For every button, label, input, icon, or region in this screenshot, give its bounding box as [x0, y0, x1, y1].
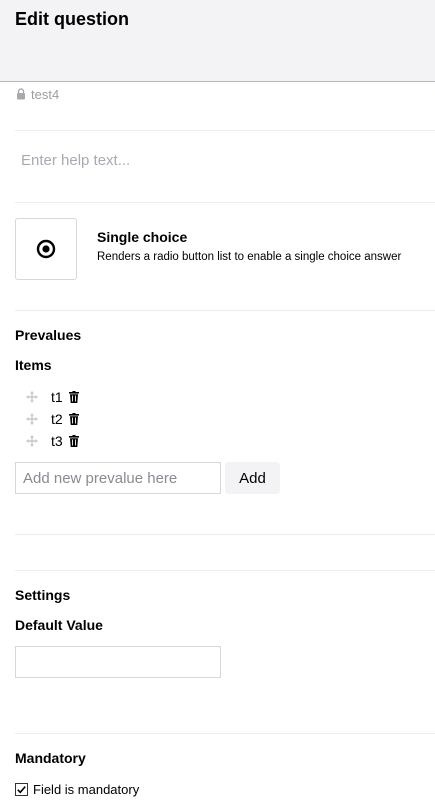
divider — [15, 570, 435, 571]
page-header: Edit question — [0, 0, 435, 82]
drag-handle-icon[interactable] — [26, 413, 38, 425]
new-prevalue-input[interactable] — [15, 462, 221, 494]
prevalue-item: t3 — [26, 431, 79, 451]
question-type-name: Single choice — [97, 229, 188, 245]
mandatory-checkbox-label: Field is mandatory — [33, 781, 140, 797]
add-prevalue-button[interactable]: Add — [225, 462, 280, 494]
question-type-selector[interactable] — [15, 218, 77, 280]
question-type-description: Renders a radio button list to enable a … — [97, 251, 402, 263]
drag-handle-icon[interactable] — [26, 435, 38, 447]
checkbox-checked-icon[interactable] — [15, 782, 28, 796]
mandatory-checkbox-row[interactable]: Field is mandatory — [15, 780, 139, 798]
drag-handle-icon[interactable] — [26, 391, 38, 403]
page-title: Edit question — [15, 9, 129, 29]
prevalue-label: t1 — [51, 389, 63, 405]
divider — [15, 310, 435, 311]
radio-target-icon — [36, 239, 56, 259]
prevalue-item: t2 — [26, 409, 79, 429]
trash-icon[interactable] — [68, 413, 79, 425]
lock-icon[interactable] — [16, 88, 26, 100]
trash-icon[interactable] — [68, 391, 79, 403]
default-value-label: Default Value — [15, 617, 103, 633]
default-value-input[interactable] — [15, 646, 221, 678]
prevalues-heading: Prevalues — [15, 327, 82, 343]
alias-value: test4 — [31, 86, 60, 102]
divider — [15, 733, 435, 734]
mandatory-heading: Mandatory — [15, 750, 86, 766]
prevalue-label: t2 — [51, 411, 63, 427]
alias-row: test4 — [16, 86, 59, 102]
trash-icon[interactable] — [68, 435, 79, 447]
prevalue-item: t1 — [26, 387, 79, 407]
divider — [15, 202, 435, 203]
divider — [15, 534, 435, 535]
help-text-input[interactable] — [15, 143, 415, 177]
items-heading: Items — [15, 357, 52, 373]
prevalue-label: t3 — [51, 433, 63, 449]
divider — [15, 130, 435, 131]
settings-heading: Settings — [15, 587, 71, 603]
